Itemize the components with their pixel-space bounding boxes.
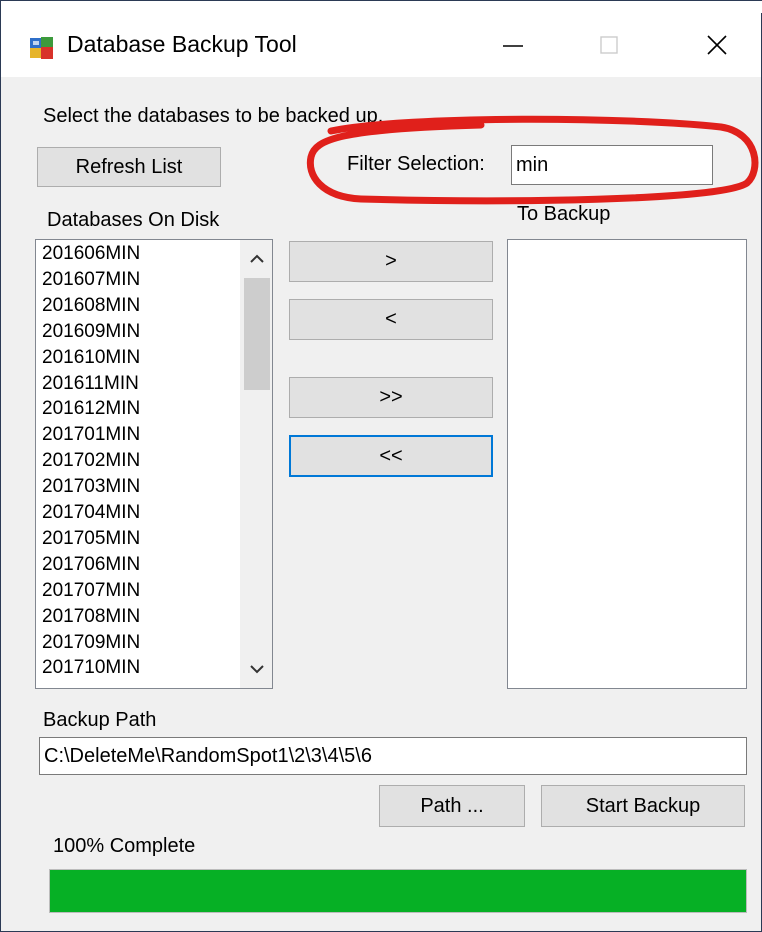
list-item[interactable]: 201608MIN xyxy=(42,295,140,316)
progress-label: 100% Complete xyxy=(53,835,196,857)
minimize-icon xyxy=(503,45,523,47)
list-item[interactable]: 201609MIN xyxy=(42,321,140,342)
maximize-button xyxy=(577,23,641,67)
backup-path-label: Backup Path xyxy=(43,709,157,731)
to-backup-label: To Backup xyxy=(517,203,611,225)
add-selected-button[interactable]: > xyxy=(289,241,493,282)
list-item[interactable]: 201610MIN xyxy=(42,347,140,368)
scroll-thumb[interactable] xyxy=(244,278,270,390)
path-browse-button[interactable]: Path ... xyxy=(379,785,525,827)
list-item[interactable]: 201704MIN xyxy=(42,503,140,523)
list-item[interactable]: 201710MIN xyxy=(42,658,140,678)
close-button[interactable] xyxy=(685,23,749,67)
maximize-icon xyxy=(600,36,618,54)
app-icon xyxy=(29,35,55,61)
list-item[interactable]: 201709MIN xyxy=(42,632,140,653)
window-title: Database Backup Tool xyxy=(67,31,297,57)
remove-all-button[interactable]: << xyxy=(289,435,493,477)
filter-input[interactable]: min xyxy=(511,145,713,185)
list-item[interactable]: 201707MIN xyxy=(42,580,140,601)
chevron-up-icon xyxy=(250,254,264,263)
list-item[interactable]: 201705MIN xyxy=(42,528,140,549)
remove-selected-button[interactable]: < xyxy=(289,299,493,340)
chevron-down-icon xyxy=(250,665,264,674)
list-item[interactable]: 201611MIN xyxy=(42,373,139,394)
filter-label: Filter Selection: xyxy=(347,153,485,175)
list-item[interactable]: 201701MIN xyxy=(42,425,140,445)
databases-on-disk-label: Databases On Disk xyxy=(47,209,220,231)
app-window: Database Backup Tool Select the database… xyxy=(0,0,762,932)
refresh-list-button[interactable]: Refresh List xyxy=(37,147,221,187)
to-backup-list[interactable] xyxy=(507,239,747,689)
list-item[interactable]: 201612MIN xyxy=(42,399,140,419)
progress-bar xyxy=(49,869,747,913)
title-bar[interactable]: Database Backup Tool xyxy=(1,13,761,77)
list-item[interactable]: 201706MIN xyxy=(42,554,140,575)
list-item[interactable]: 201606MIN xyxy=(42,244,140,264)
scroll-up-button[interactable] xyxy=(240,244,272,274)
list-item[interactable]: 201703MIN xyxy=(42,477,140,497)
backup-path-input[interactable]: C:\DeleteMe\RandomSpot1\2\3\4\5\6 xyxy=(39,737,747,775)
add-all-button[interactable]: >> xyxy=(289,377,493,418)
close-icon xyxy=(707,35,727,55)
scrollbar[interactable] xyxy=(240,240,272,688)
list-item[interactable]: 201702MIN xyxy=(42,451,140,471)
start-backup-button[interactable]: Start Backup xyxy=(541,785,745,827)
minimize-button[interactable] xyxy=(481,23,545,67)
instructions-label: Select the databases to be backed up. xyxy=(43,105,384,127)
databases-on-disk-list[interactable]: 201606MIN 201607MIN 201608MIN 201609MIN 2016… xyxy=(35,239,273,689)
scroll-down-button[interactable] xyxy=(240,654,272,684)
list-item[interactable]: 201708MIN xyxy=(42,606,140,627)
list-item[interactable]: 201607MIN xyxy=(42,269,140,290)
top-strip xyxy=(1,1,762,13)
progress-fill xyxy=(50,870,746,912)
